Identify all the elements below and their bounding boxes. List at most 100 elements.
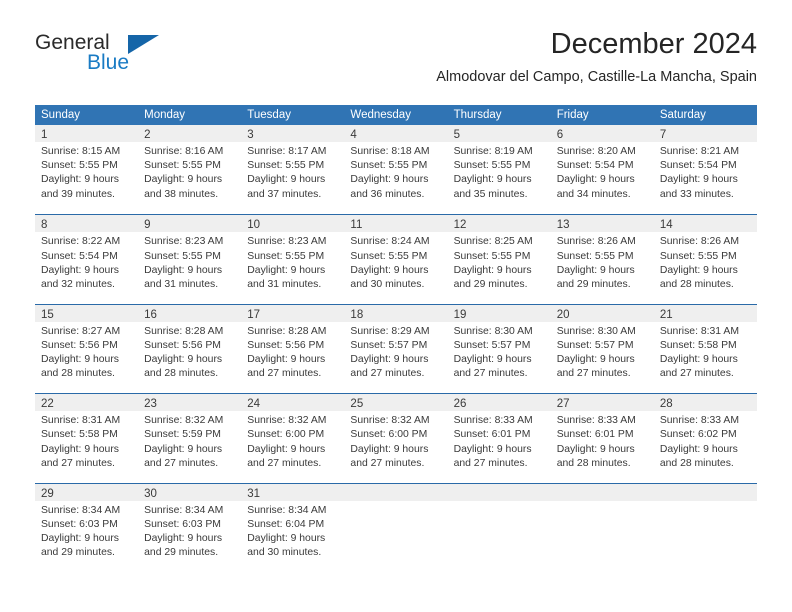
daylight-text-line1: Daylight: 9 hours <box>350 354 429 366</box>
day-number-band: 7 <box>653 125 757 142</box>
day-cell[interactable]: 6 Sunrise: 8:20 AM Sunset: 5:54 PM Daylight… <box>550 125 654 215</box>
sunset-text: Sunset: 5:55 PM <box>144 250 221 262</box>
day-info: Sunrise: 8:34 AM Sunset: 6:03 PM Daylight:… <box>138 501 241 561</box>
sunset-text: Sunset: 5:54 PM <box>659 160 737 172</box>
sunrise-text: Sunrise: 8:20 AM <box>556 146 636 157</box>
sunset-text: Sunset: 5:56 PM <box>41 339 118 351</box>
day-cell[interactable]: 14 Sunrise: 8:26 AM Sunset: 5:55 PM Dayligh… <box>653 215 757 304</box>
daylight-text-line2: and 27 minutes. <box>144 457 219 469</box>
day-number-band: 20 <box>550 304 654 322</box>
sunset-text: Sunset: 5:55 PM <box>556 250 634 262</box>
day-info: Sunrise: 8:15 AM Sunset: 5:55 PM Daylight:… <box>35 142 138 202</box>
day-cell[interactable]: 18 Sunrise: 8:29 AM Sunset: 5:57 PM Dayligh… <box>344 304 448 394</box>
sunrise-text: Sunrise: 8:33 AM <box>659 415 739 427</box>
sunset-text: Sunset: 5:55 PM <box>350 160 428 172</box>
day-info: Sunrise: 8:20 AM Sunset: 5:54 PM Daylight:… <box>551 142 654 202</box>
day-number: 31 <box>247 487 261 500</box>
location-subtitle: Almodovar del Campo, Castille-La Mancha,… <box>436 69 757 86</box>
day-cell[interactable]: 5 Sunrise: 8:19 AM Sunset: 5:55 PM Daylight… <box>447 125 551 215</box>
day-info: Sunrise: 8:32 AM Sunset: 6:00 PM Daylight:… <box>344 411 447 471</box>
day-number-band: 4 <box>344 125 448 142</box>
sunset-text: Sunset: 5:54 PM <box>556 160 634 172</box>
day-cell[interactable]: 22 Sunrise: 8:31 AM Sunset: 5:58 PM Dayligh… <box>35 394 139 483</box>
day-number-band: 28 <box>653 394 757 412</box>
sunrise-text: Sunrise: 8:24 AM <box>350 236 430 248</box>
sunset-text: Sunset: 5:55 PM <box>453 250 531 262</box>
day-number-band: 19 <box>447 304 551 322</box>
day-cell[interactable]: 9 Sunrise: 8:23 AM Sunset: 5:55 PM Daylight… <box>138 215 242 304</box>
day-info: Sunrise: 8:25 AM Sunset: 5:55 PM Daylight:… <box>448 232 551 292</box>
day-cell-empty <box>653 483 757 572</box>
day-number-band: 16 <box>138 304 242 322</box>
day-cell[interactable]: 1 Sunrise: 8:15 AM Sunset: 5:55 PM Daylight… <box>35 125 139 215</box>
daylight-text-line2: and 37 minutes. <box>247 188 322 200</box>
day-cell[interactable]: 3 Sunrise: 8:17 AM Sunset: 5:55 PM Daylight… <box>241 125 345 215</box>
day-info: Sunrise: 8:33 AM Sunset: 6:02 PM Daylight:… <box>654 411 757 471</box>
daylight-text-line1: Daylight: 9 hours <box>556 443 635 455</box>
day-cell[interactable]: 30 Sunrise: 8:34 AM Sunset: 6:03 PM Dayligh… <box>138 483 242 572</box>
day-number-band: 12 <box>447 215 551 233</box>
sunrise-text: Sunrise: 8:17 AM <box>247 146 327 157</box>
daylight-text-line1: Daylight: 9 hours <box>453 174 532 186</box>
sunrise-text: Sunrise: 8:28 AM <box>247 325 327 337</box>
day-number-band: 3 <box>241 125 345 142</box>
day-number: 22 <box>41 398 54 411</box>
day-cell[interactable]: 28 Sunrise: 8:33 AM Sunset: 6:02 PM Dayligh… <box>653 394 757 483</box>
day-cell[interactable]: 26 Sunrise: 8:33 AM Sunset: 6:01 PM Dayligh… <box>447 394 551 483</box>
day-cell[interactable]: 4 Sunrise: 8:18 AM Sunset: 5:55 PM Daylight… <box>344 125 448 215</box>
day-cell[interactable]: 24 Sunrise: 8:32 AM Sunset: 6:00 PM Dayligh… <box>241 394 345 483</box>
day-number: 24 <box>247 398 261 411</box>
sunrise-text: Sunrise: 8:18 AM <box>350 146 430 157</box>
day-number: 16 <box>144 308 157 321</box>
day-info: Sunrise: 8:34 AM Sunset: 6:03 PM Daylight:… <box>35 501 138 561</box>
day-cell[interactable]: 12 Sunrise: 8:25 AM Sunset: 5:55 PM Dayligh… <box>447 215 551 304</box>
weekday-header-thursday: Thursday <box>453 109 502 121</box>
day-cell[interactable]: 11 Sunrise: 8:24 AM Sunset: 5:55 PM Dayligh… <box>344 215 448 304</box>
day-cell[interactable]: 13 Sunrise: 8:26 AM Sunset: 5:55 PM Dayligh… <box>550 215 654 304</box>
day-number-band <box>447 483 551 501</box>
sunset-text: Sunset: 6:03 PM <box>144 518 221 530</box>
daylight-text-line2: and 27 minutes. <box>41 457 115 469</box>
daylight-text-line2: and 27 minutes. <box>247 457 322 469</box>
day-info: Sunrise: 8:33 AM Sunset: 6:01 PM Daylight:… <box>551 411 654 471</box>
day-cell[interactable]: 21 Sunrise: 8:31 AM Sunset: 5:58 PM Dayligh… <box>653 304 757 394</box>
day-number: 5 <box>453 129 460 141</box>
general-blue-logo[interactable]: General Blue <box>35 32 215 90</box>
day-cell[interactable]: 10 Sunrise: 8:23 AM Sunset: 5:55 PM Dayligh… <box>241 215 345 304</box>
day-number: 29 <box>41 487 54 500</box>
day-cell-empty <box>447 483 551 572</box>
day-number-band: 26 <box>447 394 551 412</box>
day-number-band <box>653 483 757 501</box>
day-number-band: 29 <box>35 483 139 501</box>
day-cell[interactable]: 31 Sunrise: 8:34 AM Sunset: 6:04 PM Dayligh… <box>241 483 345 572</box>
sunrise-text: Sunrise: 8:32 AM <box>247 415 327 427</box>
day-number-band <box>550 483 654 501</box>
sunrise-text: Sunrise: 8:33 AM <box>453 415 533 427</box>
day-number: 6 <box>556 129 564 141</box>
day-cell[interactable]: 27 Sunrise: 8:33 AM Sunset: 6:01 PM Dayligh… <box>550 394 654 483</box>
day-cell[interactable]: 8 Sunrise: 8:22 AM Sunset: 5:54 PM Daylight… <box>35 215 139 304</box>
sunrise-text: Sunrise: 8:31 AM <box>41 415 121 427</box>
daylight-text-line1: Daylight: 9 hours <box>659 174 738 186</box>
day-number-band: 18 <box>344 304 448 322</box>
sunset-text: Sunset: 5:58 PM <box>659 339 737 351</box>
daylight-text-line1: Daylight: 9 hours <box>556 264 635 276</box>
sunrise-text: Sunrise: 8:23 AM <box>247 236 327 248</box>
day-cell[interactable]: 17 Sunrise: 8:28 AM Sunset: 5:56 PM Dayligh… <box>241 304 345 394</box>
day-cell[interactable]: 2 Sunrise: 8:16 AM Sunset: 5:55 PM Daylight… <box>138 125 242 215</box>
sunset-text: Sunset: 5:54 PM <box>41 250 118 262</box>
day-cell[interactable]: 29 Sunrise: 8:34 AM Sunset: 6:03 PM Dayligh… <box>35 483 139 572</box>
day-cell[interactable]: 19 Sunrise: 8:30 AM Sunset: 5:57 PM Dayligh… <box>447 304 551 394</box>
day-cell[interactable]: 7 Sunrise: 8:21 AM Sunset: 5:54 PM Daylight… <box>653 125 757 215</box>
day-cell[interactable]: 23 Sunrise: 8:32 AM Sunset: 5:59 PM Dayligh… <box>138 394 242 483</box>
sunset-text: Sunset: 6:02 PM <box>659 429 737 441</box>
day-cell[interactable]: 15 Sunrise: 8:27 AM Sunset: 5:56 PM Dayligh… <box>35 304 139 394</box>
sunrise-text: Sunrise: 8:26 AM <box>659 236 739 248</box>
day-number: 27 <box>556 398 570 411</box>
day-cell[interactable]: 25 Sunrise: 8:32 AM Sunset: 6:00 PM Dayligh… <box>344 394 448 483</box>
day-cell[interactable]: 16 Sunrise: 8:28 AM Sunset: 5:56 PM Dayligh… <box>138 304 242 394</box>
daylight-text-line2: and 27 minutes. <box>453 368 528 380</box>
sunrise-text: Sunrise: 8:27 AM <box>41 325 121 337</box>
day-number: 4 <box>350 129 357 141</box>
day-cell[interactable]: 20 Sunrise: 8:30 AM Sunset: 5:57 PM Dayligh… <box>550 304 654 394</box>
